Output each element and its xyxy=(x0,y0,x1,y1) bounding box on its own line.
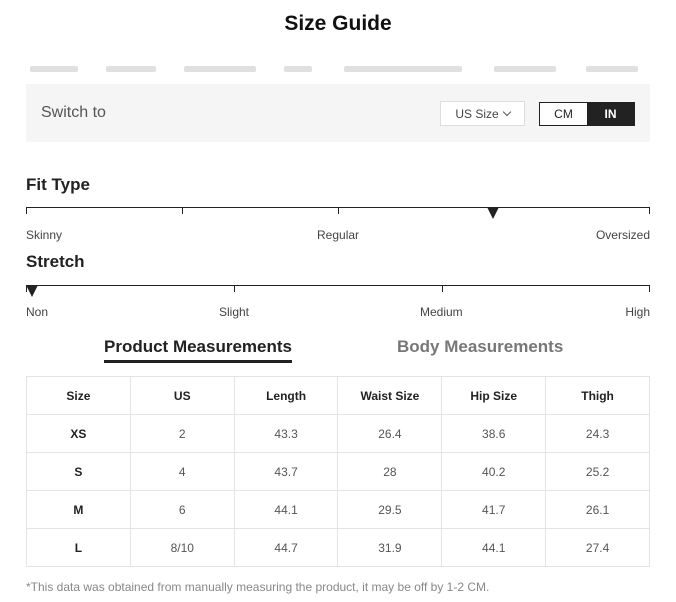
size-system-select[interactable]: US Size xyxy=(440,101,525,126)
header-length: Length xyxy=(233,376,339,415)
header-thigh: Thigh xyxy=(545,376,650,415)
fit-type-labels: Skinny Regular Oversized xyxy=(26,228,650,242)
fit-type-heading: Fit Type xyxy=(26,175,90,194)
table-row: L 8/10 44.7 31.9 44.1 27.4 xyxy=(26,528,650,567)
page-title: Size Guide xyxy=(284,12,392,35)
fit-type-tick xyxy=(182,207,183,214)
header-us: US xyxy=(129,376,235,415)
table-cell: 41.7 xyxy=(441,490,547,529)
table-cell: 26.1 xyxy=(545,490,650,529)
table-cell: 40.2 xyxy=(441,452,547,491)
switch-label: Switch to xyxy=(41,104,106,121)
tab-product-measurements[interactable]: Product Measurements xyxy=(104,337,292,363)
table-cell: 29.5 xyxy=(337,490,443,529)
table-cell: 8/10 xyxy=(129,528,235,567)
fit-type-tick xyxy=(26,207,27,214)
table-cell: 44.1 xyxy=(441,528,547,567)
stretch-labels: Non Slight Medium High xyxy=(26,305,650,319)
table-cell: 26.4 xyxy=(337,414,443,453)
table-cell: 27.4 xyxy=(545,528,650,567)
stretch-label-high: High xyxy=(625,305,650,319)
stretch-tick xyxy=(649,285,650,292)
table-cell: 38.6 xyxy=(441,414,547,453)
unit-in-button[interactable]: IN xyxy=(587,103,634,125)
scrolled-header-strip xyxy=(26,66,676,76)
header-waist-size: Waist Size xyxy=(337,376,443,415)
tab-body-measurements[interactable]: Body Measurements xyxy=(397,337,563,357)
size-system-value: US Size xyxy=(455,106,499,121)
table-row: XS 2 43.3 26.4 38.6 24.3 xyxy=(26,414,650,453)
table-cell: 24.3 xyxy=(545,414,650,453)
stretch-label-slight: Slight xyxy=(219,305,250,319)
fit-type-label-skinny: Skinny xyxy=(26,228,63,242)
table-cell: 2 xyxy=(129,414,235,453)
stretch-label-medium: Medium xyxy=(420,305,463,319)
table-cell: 6 xyxy=(129,490,235,529)
table-cell: 44.7 xyxy=(233,528,339,567)
chevron-down-icon xyxy=(502,107,511,117)
unit-toggle: CM IN xyxy=(539,102,635,126)
table-cell: 43.3 xyxy=(233,414,339,453)
table-cell: 4 xyxy=(129,452,235,491)
table-cell: M xyxy=(26,490,131,529)
stretch-scale-line xyxy=(26,285,650,286)
table-cell: S xyxy=(26,452,131,491)
table-row: S 4 43.7 28 40.2 25.2 xyxy=(26,452,650,491)
fit-type-tick xyxy=(649,207,650,214)
table-header-row: Size US Length Waist Size Hip Size Thigh xyxy=(26,376,650,415)
switch-bar: Switch to US Size CM IN xyxy=(26,84,650,142)
header-size: Size xyxy=(26,376,131,415)
measurement-footnote: *This data was obtained from manually me… xyxy=(26,580,490,594)
fit-type-label-regular: Regular xyxy=(317,228,360,242)
stretch-label-non: Non xyxy=(26,305,49,319)
header-hip-size: Hip Size xyxy=(441,376,547,415)
fit-type-label-oversized: Oversized xyxy=(595,228,650,242)
stretch-tick xyxy=(234,285,235,292)
fit-type-tick xyxy=(338,207,339,214)
table-cell: L xyxy=(26,528,131,567)
table-cell: XS xyxy=(26,414,131,453)
size-table: Size US Length Waist Size Hip Size Thigh… xyxy=(26,376,650,567)
table-row: M 6 44.1 29.5 41.7 26.1 xyxy=(26,490,650,529)
table-cell: 43.7 xyxy=(233,452,339,491)
triangle-down-icon xyxy=(26,285,38,297)
unit-cm-button[interactable]: CM xyxy=(540,103,587,125)
triangle-down-icon xyxy=(487,207,500,219)
table-cell: 25.2 xyxy=(545,452,650,491)
table-cell: 31.9 xyxy=(337,528,443,567)
table-cell: 28 xyxy=(337,452,443,491)
table-cell: 44.1 xyxy=(233,490,339,529)
stretch-heading: Stretch xyxy=(26,252,85,271)
stretch-tick xyxy=(442,285,443,292)
